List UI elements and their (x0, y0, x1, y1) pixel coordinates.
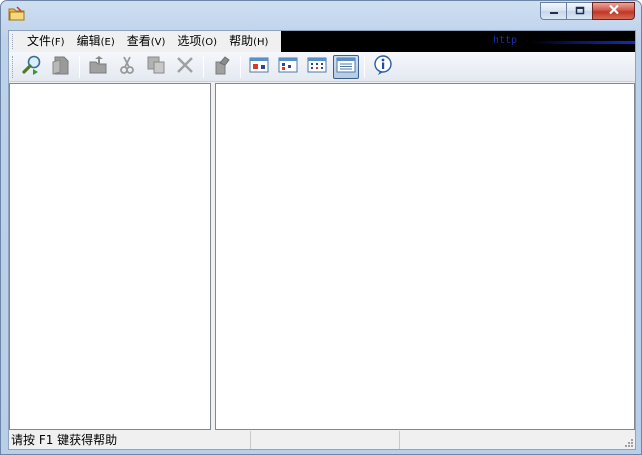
large-icons-view-icon (248, 54, 270, 79)
properties-button[interactable] (209, 55, 235, 79)
cut-icon (116, 54, 138, 79)
toolbar-separator (203, 55, 204, 78)
minimize-icon (549, 4, 559, 18)
folder-tree-pane[interactable] (9, 83, 211, 430)
copy-button[interactable] (143, 55, 169, 79)
details-view-icon (335, 54, 357, 79)
small-icons-view-icon (277, 54, 299, 79)
view-small-icons-button[interactable] (275, 55, 301, 79)
menu-options-accel: (O) (201, 36, 218, 48)
delete-icon (174, 54, 196, 79)
banner-link[interactable]: http (493, 35, 517, 46)
window-controls (540, 2, 635, 21)
menu-help-label: 帮助 (229, 33, 254, 48)
copy-icon (145, 54, 167, 79)
open-button[interactable] (48, 55, 74, 79)
document-icon (50, 54, 72, 79)
menu-bar: 文件(F) 编辑(E) 查看(V) 选项(O) 帮助(H) http (9, 31, 635, 52)
view-list-button[interactable] (304, 55, 330, 79)
list-view-icon (306, 54, 328, 79)
status-panel-2 (251, 431, 400, 449)
application-window: 文件(F) 编辑(E) 查看(V) 选项(O) 帮助(H) http 请按 F1… (0, 0, 642, 455)
banner-stripe (531, 41, 635, 44)
toolbar-grip[interactable] (12, 55, 15, 78)
find-button[interactable] (19, 55, 45, 79)
menu-view[interactable]: 查看(V) (120, 31, 171, 53)
menu-edit[interactable]: 编辑(E) (70, 31, 120, 53)
status-panel-3 (400, 431, 623, 449)
menu-options-label: 选项 (177, 33, 202, 48)
menu-view-label: 查看 (126, 33, 151, 48)
about-button[interactable] (370, 55, 396, 79)
menu-file-label: 文件 (27, 33, 52, 48)
menu-help-accel: (H) (253, 36, 269, 48)
cut-button[interactable] (114, 55, 140, 79)
close-button[interactable] (592, 2, 635, 20)
info-icon (372, 54, 394, 79)
search-icon (21, 54, 43, 79)
menu-edit-label: 编辑 (76, 33, 101, 48)
menu-options[interactable]: 选项(O) (170, 31, 222, 53)
menu-file[interactable]: 文件(F) (20, 31, 70, 53)
view-large-icons-button[interactable] (246, 55, 272, 79)
status-bar: 请按 F1 键获得帮助 (9, 431, 635, 449)
menu-edit-accel: (E) (100, 36, 115, 48)
status-message: 请按 F1 键获得帮助 (9, 431, 251, 449)
size-grip[interactable] (623, 431, 635, 449)
folder-up-icon (87, 54, 109, 79)
folder-icon[interactable] (8, 6, 26, 22)
toolbar-separator (240, 55, 241, 78)
minimize-button[interactable] (540, 2, 566, 20)
close-icon (608, 4, 620, 18)
up-folder-button[interactable] (85, 55, 111, 79)
menu-strip: 文件(F) 编辑(E) 查看(V) 选项(O) 帮助(H) (9, 31, 281, 52)
client-area: 文件(F) 编辑(E) 查看(V) 选项(O) 帮助(H) http 请按 F1… (8, 30, 636, 450)
toolbar-separator (79, 55, 80, 78)
maximize-icon (575, 4, 585, 18)
title-bar[interactable] (1, 1, 641, 29)
file-list-pane[interactable] (215, 83, 635, 430)
properties-icon (211, 54, 233, 79)
toolbar-separator (364, 55, 365, 78)
toolbar (9, 52, 635, 82)
menu-view-accel: (V) (150, 36, 166, 48)
view-details-button[interactable] (333, 54, 359, 79)
delete-button[interactable] (172, 55, 198, 79)
menu-file-accel: (F) (51, 36, 65, 48)
maximize-button[interactable] (566, 2, 592, 20)
menu-grip[interactable] (12, 34, 15, 49)
menu-help[interactable]: 帮助(H) (222, 31, 273, 53)
